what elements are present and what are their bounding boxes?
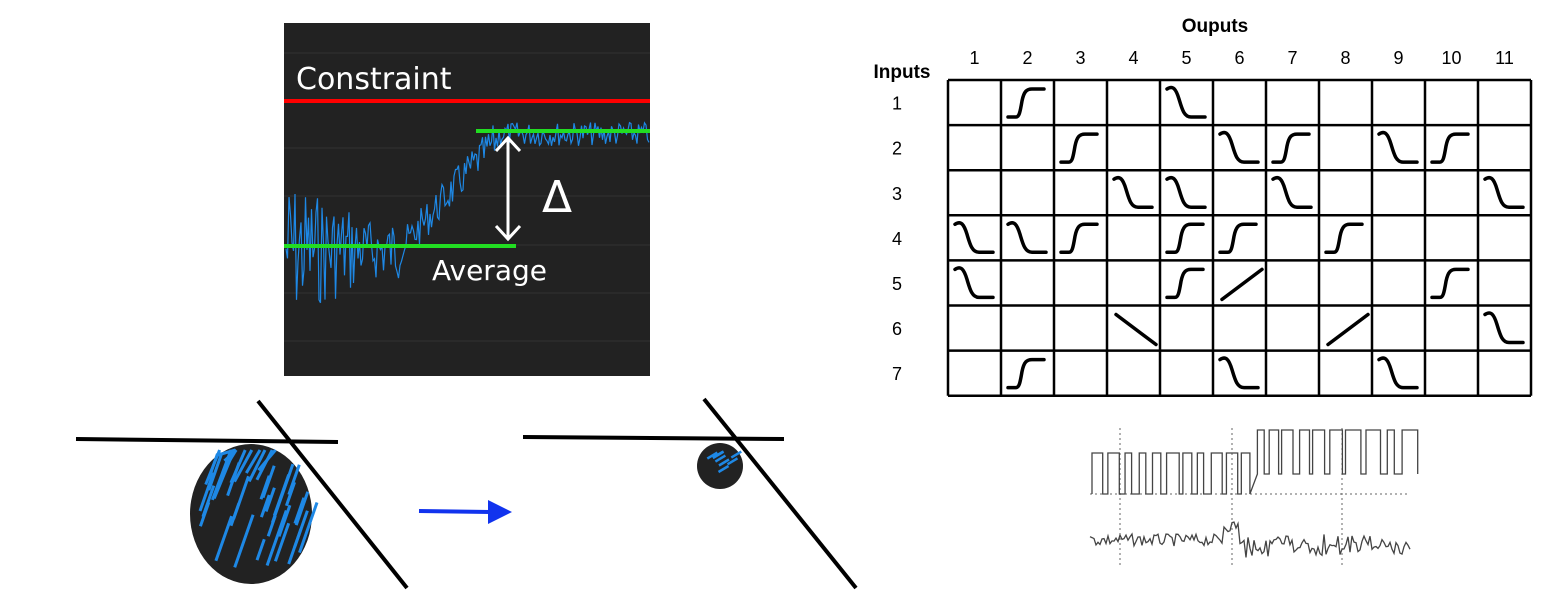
response-curve-5-6 (1220, 267, 1264, 302)
output-number-2: 2 (1022, 48, 1032, 68)
response-curve-3-11 (1483, 175, 1525, 209)
response-curve-4-2 (1006, 221, 1048, 255)
output-number-5: 5 (1181, 48, 1191, 68)
tuning-arrow (418, 500, 512, 524)
input-number-6: 6 (892, 319, 902, 339)
constraint-line-horizontal-after (522, 435, 785, 441)
response-curve-6-8 (1326, 312, 1370, 347)
response-curve-3-4 (1112, 175, 1154, 209)
response-curve-4-8 (1324, 222, 1364, 255)
delta-label: Δ (542, 172, 572, 223)
figure-canvas: Constraint Average Δ Ouputs Inputs 1 2 3 4 5… (75, 16, 1533, 590)
output-number-3: 3 (1075, 48, 1085, 68)
output-number-row: 1 2 3 4 5 6 7 8 9 10 11 (969, 48, 1513, 68)
response-curve-6-11 (1483, 311, 1525, 345)
output-number-10: 10 (1441, 48, 1461, 68)
response-curve-7-2 (1006, 357, 1046, 390)
response-curve-3-7 (1271, 175, 1313, 209)
response-curves (953, 85, 1525, 390)
response-curve-2-10 (1430, 132, 1470, 164)
input-number-column: 1 2 3 4 5 6 7 (892, 94, 902, 385)
output-number-11: 11 (1495, 48, 1514, 68)
outputs-title: Ouputs (1182, 16, 1249, 37)
constraint-line-diagonal-after (702, 397, 858, 590)
tuning-diagram-after (522, 397, 858, 590)
input-number-3: 3 (892, 184, 902, 204)
response-curve-4-5 (1165, 222, 1205, 255)
response-curve-1-5 (1165, 85, 1207, 119)
noise-trace (1089, 521, 1411, 558)
io-matrix: Ouputs Inputs 1 2 3 4 5 6 7 8 9 10 11 1234567 (874, 16, 1533, 397)
response-curve-5-10 (1430, 267, 1470, 300)
pulse-plot (1089, 428, 1419, 568)
output-number-8: 8 (1340, 48, 1350, 68)
output-number-7: 7 (1287, 48, 1297, 68)
input-number-5: 5 (892, 274, 902, 294)
pulse-train-trace (1091, 429, 1419, 495)
output-number-4: 4 (1128, 48, 1138, 68)
matrix-grid (946, 78, 1533, 397)
response-curve-2-9 (1377, 130, 1419, 164)
response-curve-6-4 (1114, 312, 1158, 347)
input-number-1: 1 (892, 94, 902, 114)
output-number-9: 9 (1393, 48, 1403, 68)
response-curve-7-9 (1377, 356, 1419, 390)
response-curve-4-1 (953, 221, 995, 255)
input-number-4: 4 (892, 229, 902, 249)
inputs-title: Inputs (874, 62, 931, 83)
response-curve-3-5 (1165, 175, 1207, 209)
signal-panel: Constraint Average Δ (284, 23, 650, 376)
response-curve-4-3 (1059, 222, 1099, 255)
response-curve-2-6 (1218, 130, 1260, 164)
response-curve-2-3 (1059, 132, 1099, 164)
response-curve-2-7 (1271, 132, 1311, 164)
input-number-7: 7 (892, 364, 902, 384)
response-curve-1-2 (1006, 87, 1046, 119)
constraint-line-horizontal (75, 437, 339, 444)
response-curve-4-6 (1218, 222, 1258, 255)
tuning-diagram-before (75, 399, 409, 590)
input-number-2: 2 (892, 139, 902, 159)
constraint-label: Constraint (296, 62, 452, 97)
tuning-arrow-head (488, 500, 512, 524)
output-number-1: 1 (969, 48, 979, 68)
response-curve-5-1 (953, 266, 995, 300)
response-curve-7-6 (1218, 356, 1260, 390)
average-label: Average (432, 254, 547, 287)
tuning-arrow-shaft (418, 509, 491, 514)
response-curve-5-5 (1165, 267, 1205, 300)
output-number-6: 6 (1234, 48, 1244, 68)
